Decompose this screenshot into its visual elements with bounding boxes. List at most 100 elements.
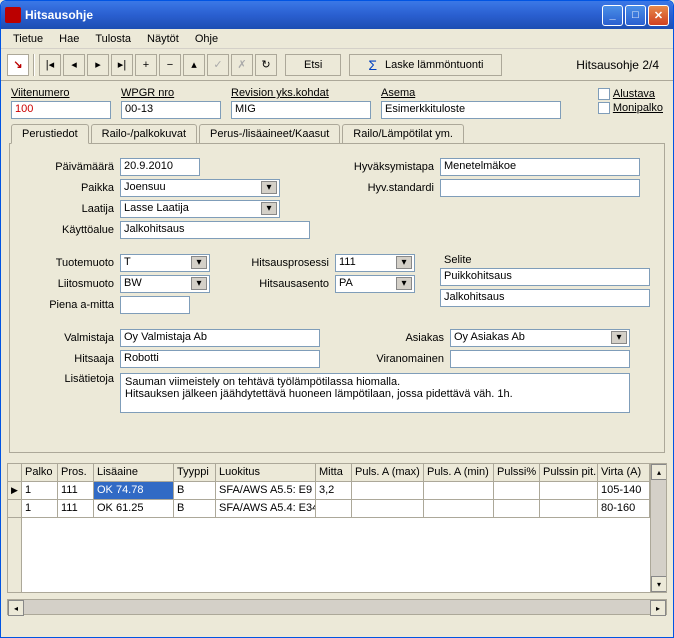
viranomainen-input[interactable] xyxy=(450,350,630,368)
lisatietoja-textarea[interactable]: Sauman viimeistely on tehtävä työlämpöti… xyxy=(120,373,630,413)
edit-button[interactable]: ▴ xyxy=(183,54,205,76)
tab-perustiedot[interactable]: Perustiedot xyxy=(11,124,89,144)
cancel-button[interactable]: ✗ xyxy=(231,54,253,76)
row-indicator-1[interactable]: ▶ xyxy=(8,482,21,500)
hitsausprosessi-label: Hitsausprosessi xyxy=(240,257,335,269)
piena-input[interactable] xyxy=(120,296,190,314)
col-lisaaine[interactable]: Lisäaine xyxy=(94,464,174,482)
col-pamin[interactable]: Puls. A (min) xyxy=(424,464,494,482)
selite1-input[interactable]: Puikkohitsaus xyxy=(440,268,650,286)
kayttoalue-label: Käyttöalue xyxy=(20,224,120,236)
wpgr-label: WPGR nro xyxy=(121,87,221,99)
tuotemuoto-label: Tuotemuoto xyxy=(20,257,120,269)
hyvaksymistapa-label: Hyväksymistapa xyxy=(340,161,440,173)
hyvstandardi-label: Hyv.standardi xyxy=(340,182,440,194)
alustava-label: Alustava xyxy=(613,88,655,100)
revision-label: Revision yks.kohdat xyxy=(231,87,371,99)
hitsausprosessi-combo[interactable]: 111 xyxy=(335,254,415,272)
maximize-button[interactable]: □ xyxy=(625,5,646,26)
valmistaja-label: Valmistaja xyxy=(20,332,120,344)
scroll-right-icon[interactable]: ▸ xyxy=(650,600,666,616)
col-tyyppi[interactable]: Tyyppi xyxy=(174,464,216,482)
remove-button[interactable]: − xyxy=(159,54,181,76)
calculate-heat-button[interactable]: Σ Laske lämmöntuonti xyxy=(349,54,502,76)
col-pulssi[interactable]: Pulssi% xyxy=(494,464,540,482)
viitenumero-input[interactable]: 100 xyxy=(11,101,111,119)
hitsaaja-input[interactable]: Robotti xyxy=(120,350,320,368)
paikka-combo[interactable]: Joensuu xyxy=(120,179,280,197)
search-button[interactable]: Etsi xyxy=(285,54,341,76)
menu-tietue[interactable]: Tietue xyxy=(5,31,51,47)
alustava-checkbox[interactable] xyxy=(598,88,610,100)
sigma-icon: Σ xyxy=(368,57,377,73)
menu-hae[interactable]: Hae xyxy=(51,31,87,47)
col-palko[interactable]: Palko xyxy=(22,464,58,482)
paivamaara-input[interactable]: 20.9.2010 xyxy=(120,158,200,176)
close-button[interactable]: ✕ xyxy=(648,5,669,26)
confirm-button[interactable]: ✓ xyxy=(207,54,229,76)
menu-ohje[interactable]: Ohje xyxy=(187,31,226,47)
titlebar: Hitsausohje _ □ ✕ xyxy=(1,1,673,29)
monipalko-checkbox[interactable] xyxy=(598,102,610,114)
selite2-input[interactable]: Jalkohitsaus xyxy=(440,289,650,307)
menu-tulosta[interactable]: Tulosta xyxy=(87,31,139,47)
record-counter: Hitsausohje 2/4 xyxy=(576,58,667,72)
grid-vscrollbar[interactable]: ▴ ▾ xyxy=(650,464,666,592)
asiakas-label: Asiakas xyxy=(360,332,450,344)
toolbar: ↘ |◂ ◂ ▸ ▸| + − ▴ ✓ ✗ ↻ Etsi Σ Laske läm… xyxy=(1,49,673,81)
tab-railo-palkokuvat[interactable]: Railo-/palkokuvat xyxy=(91,124,197,144)
scroll-up-icon[interactable]: ▴ xyxy=(651,464,667,480)
liitosmuoto-combo[interactable]: BW xyxy=(120,275,210,293)
piena-label: Piena a-mitta xyxy=(20,299,120,311)
wpgr-input[interactable]: 00-13 xyxy=(121,101,221,119)
window: Hitsausohje _ □ ✕ Tietue Hae Tulosta Näy… xyxy=(0,0,674,638)
scroll-down-icon[interactable]: ▾ xyxy=(651,576,667,592)
data-grid: ▶ Palko Pros. Lisäaine Tyyppi Luokitus M… xyxy=(7,463,667,593)
header-fields: Viitenumero 100 WPGR nro 00-13 Revision … xyxy=(1,81,673,123)
first-button[interactable]: |◂ xyxy=(39,54,61,76)
col-mitta[interactable]: Mitta xyxy=(316,464,352,482)
asema-input[interactable]: Esimerkkituloste xyxy=(381,101,561,119)
hyvaksymistapa-input[interactable]: Menetelmäkoe xyxy=(440,158,640,176)
hitsausasento-label: Hitsausasento xyxy=(240,278,335,290)
tab-perus-lisaaineet[interactable]: Perus-/lisäaineet/Kaasut xyxy=(199,124,340,144)
tabstrip: Perustiedot Railo-/palkokuvat Perus-/lis… xyxy=(1,124,673,144)
monipalko-label: Monipalko xyxy=(613,102,663,114)
table-row[interactable]: 1 111 OK 61.25 B SFA/AWS A5.4: E34 80-16… xyxy=(22,500,650,518)
laatija-label: Laatija xyxy=(20,203,120,215)
grid-corner xyxy=(8,464,21,482)
refresh-button[interactable]: ↻ xyxy=(255,54,277,76)
col-luokitus[interactable]: Luokitus xyxy=(216,464,316,482)
menu-naytot[interactable]: Näytöt xyxy=(139,31,187,47)
last-button[interactable]: ▸| xyxy=(111,54,133,76)
hitsausasento-combo[interactable]: PA xyxy=(335,275,415,293)
row-indicator-2[interactable] xyxy=(8,500,21,518)
table-row[interactable]: 1 111 OK 74.78 B SFA/AWS A5.5: E9 3,2 10… xyxy=(22,482,650,500)
tab-panel-perustiedot: Päivämäärä20.9.2010 PaikkaJoensuu Laatij… xyxy=(9,143,665,453)
col-pros[interactable]: Pros. xyxy=(58,464,94,482)
hyvstandardi-input[interactable] xyxy=(440,179,640,197)
next-button[interactable]: ▸ xyxy=(87,54,109,76)
grid-header: Palko Pros. Lisäaine Tyyppi Luokitus Mit… xyxy=(22,464,650,482)
laatija-combo[interactable]: Lasse Laatija xyxy=(120,200,280,218)
exit-button[interactable]: ↘ xyxy=(7,54,29,76)
grid-hscrollbar[interactable]: ◂ ▸ xyxy=(7,599,667,615)
tuotemuoto-combo[interactable]: T xyxy=(120,254,210,272)
add-button[interactable]: + xyxy=(135,54,157,76)
col-virta[interactable]: Virta (A) xyxy=(598,464,650,482)
kayttoalue-input[interactable]: Jalkohitsaus xyxy=(120,221,310,239)
minimize-button[interactable]: _ xyxy=(602,5,623,26)
scroll-left-icon[interactable]: ◂ xyxy=(8,600,24,616)
col-pulspit[interactable]: Pulssin pit. xyxy=(540,464,598,482)
app-icon xyxy=(5,7,21,23)
prev-button[interactable]: ◂ xyxy=(63,54,85,76)
valmistaja-input[interactable]: Oy Valmistaja Ab xyxy=(120,329,320,347)
paivamaara-label: Päivämäärä xyxy=(20,161,120,173)
tab-railo-lampotilat[interactable]: Railo/Lämpötilat ym. xyxy=(342,124,464,144)
col-pamax[interactable]: Puls. A (max) xyxy=(352,464,424,482)
asiakas-combo[interactable]: Oy Asiakas Ab xyxy=(450,329,630,347)
revision-input[interactable]: MIG xyxy=(231,101,371,119)
paikka-label: Paikka xyxy=(20,182,120,194)
window-title: Hitsausohje xyxy=(25,8,602,22)
selite-label: Selite xyxy=(444,254,654,266)
